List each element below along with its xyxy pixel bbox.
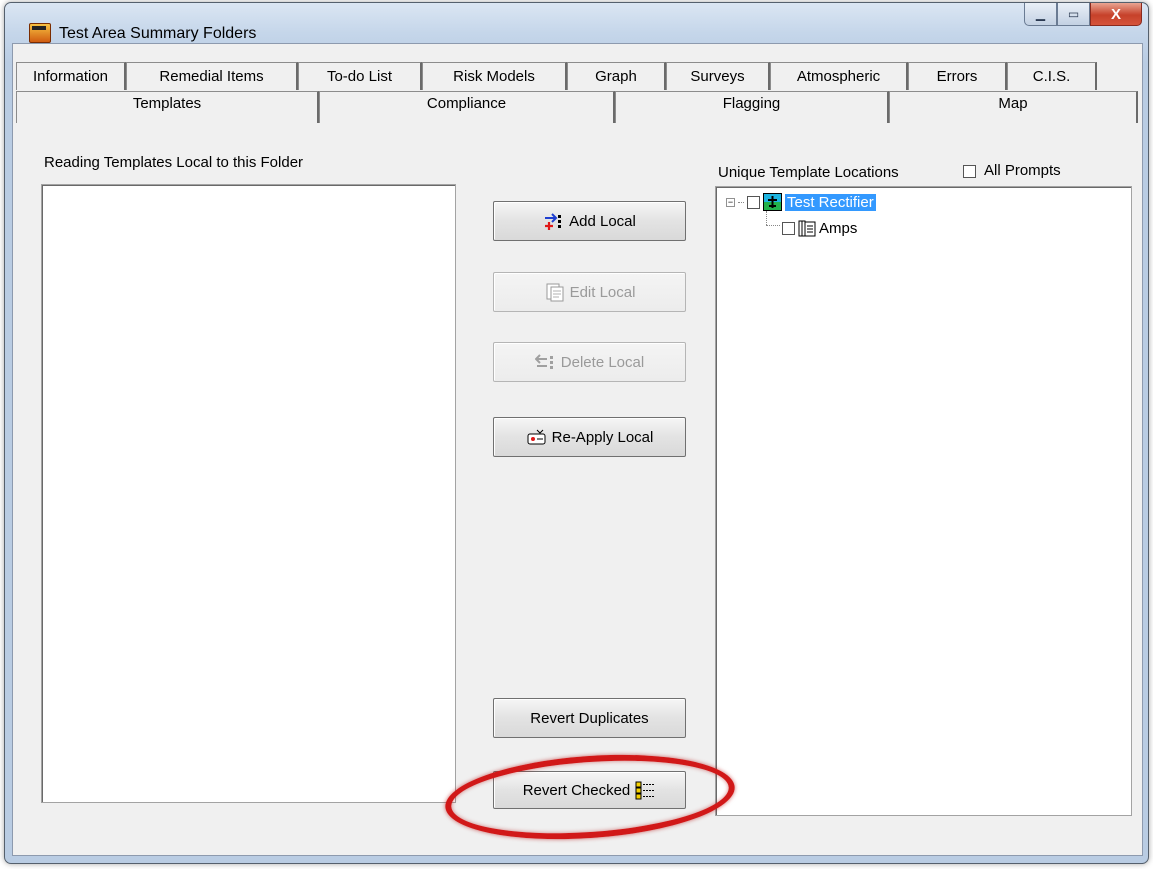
tab-row-top: Information Remedial Items To-do List Ri… [16, 62, 1097, 90]
maximize-button[interactable]: ▭ [1057, 3, 1090, 26]
collapse-icon[interactable]: − [726, 197, 735, 207]
app-logo-icon [29, 23, 51, 43]
tab-atmospheric[interactable]: Atmospheric [770, 62, 908, 90]
edit-template-icon [544, 282, 566, 302]
delete-template-icon [534, 352, 557, 372]
checklist-icon [634, 780, 656, 800]
tab-map[interactable]: Map [889, 91, 1138, 123]
test-rectifier-label: Test Rectifier [785, 193, 876, 211]
all-prompts-checkbox[interactable] [963, 165, 976, 178]
caption-buttons: ▁ ▭ X [1024, 3, 1142, 26]
tab-risk-models[interactable]: Risk Models [422, 62, 567, 90]
client-area: Information Remedial Items To-do List Ri… [12, 43, 1143, 856]
rectifier-icon [763, 193, 782, 211]
unique-template-locations-label: Unique Template Locations [718, 164, 899, 181]
tab-remedial-items[interactable]: Remedial Items [126, 62, 298, 90]
tab-information[interactable]: Information [16, 62, 126, 90]
reapply-local-label: Re-Apply Local [551, 428, 654, 446]
tree-node-amps[interactable]: Amps [782, 220, 857, 237]
template-locations-tree[interactable]: − Test Rectifier Amps [715, 186, 1132, 816]
reapply-local-button[interactable]: Re-Apply Local [493, 417, 686, 457]
minimize-button[interactable]: ▁ [1024, 3, 1057, 26]
edit-local-button[interactable]: Edit Local [493, 272, 686, 312]
amps-label: Amps [819, 220, 858, 237]
delete-local-button[interactable]: Delete Local [493, 342, 686, 382]
revert-duplicates-label: Revert Duplicates [530, 709, 649, 727]
tree-node-test-rectifier[interactable]: − Test Rectifier [726, 193, 876, 211]
tree-connector-horizontal [766, 225, 780, 226]
tab-errors[interactable]: Errors [908, 62, 1007, 90]
tab-compliance[interactable]: Compliance [319, 91, 615, 123]
title-bar[interactable]: Test Area Summary Folders ▁ ▭ X [5, 3, 1148, 45]
add-local-button[interactable]: Add Local [493, 201, 686, 241]
tab-surveys[interactable]: Surveys [666, 62, 770, 90]
tab-templates[interactable]: Templates [16, 91, 319, 123]
tab-to-do-list[interactable]: To-do List [298, 62, 422, 90]
tab-flagging[interactable]: Flagging [615, 91, 889, 123]
revert-checked-button[interactable]: Revert Checked [493, 771, 686, 809]
app-window: Test Area Summary Folders ▁ ▭ X Informat… [4, 2, 1149, 864]
documents-icon [798, 220, 816, 237]
amps-checkbox[interactable] [782, 222, 795, 235]
tab-graph[interactable]: Graph [567, 62, 666, 90]
edit-local-label: Edit Local [569, 283, 636, 301]
add-template-icon [543, 211, 565, 231]
tab-row-bottom: Templates Compliance Flagging Map [16, 91, 1138, 123]
close-button[interactable]: X [1090, 3, 1142, 26]
tab-cis[interactable]: C.I.S. [1007, 62, 1097, 90]
add-local-label: Add Local [569, 212, 636, 230]
all-prompts-label: All Prompts [984, 162, 1061, 179]
local-templates-list[interactable] [41, 184, 456, 803]
window-title: Test Area Summary Folders [59, 25, 257, 42]
tree-connector-vertical [766, 211, 768, 225]
revert-checked-label: Revert Checked [522, 781, 631, 799]
delete-local-label: Delete Local [560, 353, 645, 371]
local-templates-label: Reading Templates Local to this Folder [44, 154, 304, 171]
test-rectifier-checkbox[interactable] [747, 195, 760, 209]
tree-connector [738, 201, 744, 203]
revert-duplicates-button[interactable]: Revert Duplicates [493, 698, 686, 738]
reapply-icon [526, 427, 548, 447]
